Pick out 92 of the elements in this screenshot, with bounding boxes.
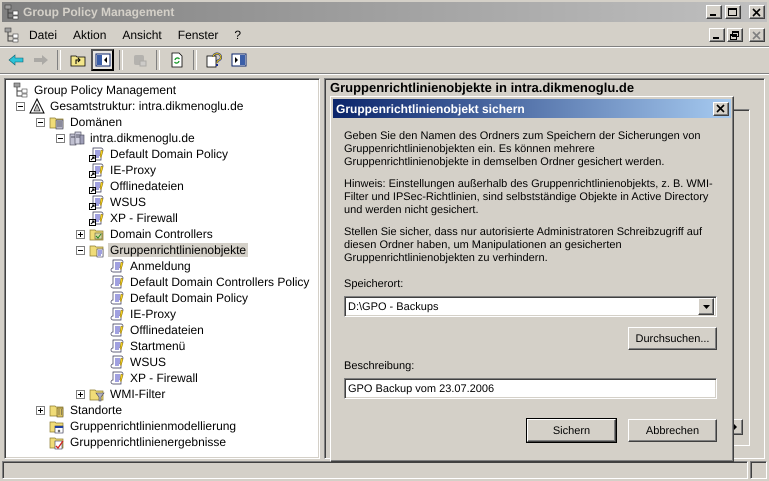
instruction-text: Hinweis: Einstellungen außerhalb des Gruppenrichtlinienobjekts, z. B. WMI-Filter und IPSec-Richtlinien, sind selbstständige Objekte in Active Directory und werden nicht gesichert. bbox=[344, 178, 714, 217]
instruction-text: Geben Sie den Namen des Ordners zum Speichern der Sicherungen von Gruppenrichtlinienobjekten ein. Es können mehrere Gruppenrichtlinienobjekte in demselben Ordner gesichert werden. bbox=[344, 130, 702, 169]
tree-item[interactable]: Offlinedateien bbox=[128, 323, 206, 337]
scroll-shortcut-icon bbox=[89, 194, 105, 210]
tree-toggle[interactable] bbox=[76, 246, 84, 254]
tree-item[interactable]: Default Domain Policy bbox=[108, 147, 230, 161]
hierarchy-icon bbox=[4, 4, 20, 20]
tree-item[interactable]: WMI-Filter bbox=[108, 387, 168, 401]
close-button[interactable] bbox=[713, 102, 729, 116]
menu-item[interactable]: Fenster bbox=[170, 26, 226, 44]
menu-item[interactable]: Ansicht bbox=[115, 26, 169, 44]
triangle-icon bbox=[29, 98, 45, 114]
tree-item[interactable]: WSUS bbox=[128, 355, 168, 369]
tree-item[interactable]: IE-Proxy bbox=[108, 163, 158, 177]
scroll-icon bbox=[109, 354, 125, 370]
minimize-icon bbox=[710, 14, 716, 16]
description-field[interactable]: GPO Backup vom 23.07.2006 bbox=[344, 378, 717, 399]
hierarchy-icon bbox=[13, 82, 29, 98]
tree-toggle[interactable] bbox=[16, 102, 24, 110]
scroll-icon bbox=[109, 258, 125, 274]
minimize-button[interactable] bbox=[706, 5, 722, 19]
tree-toggle[interactable] bbox=[56, 134, 64, 142]
tree-item[interactable]: Offlinedateien bbox=[108, 179, 186, 193]
tree-item[interactable]: Default Domain Policy bbox=[128, 291, 250, 305]
minimize-button[interactable] bbox=[709, 28, 725, 42]
menu-item[interactable]: ? bbox=[227, 26, 248, 44]
menu-item[interactable]: Datei bbox=[22, 26, 64, 44]
scroll-icon bbox=[109, 338, 125, 354]
restore-icon bbox=[730, 30, 740, 40]
tree-item[interactable]: Anmeldung bbox=[128, 259, 193, 273]
tree-item[interactable]: intra.dikmenoglu.de bbox=[88, 131, 197, 145]
close-icon bbox=[752, 30, 762, 40]
menu-item[interactable]: Aktion bbox=[66, 26, 114, 44]
hierarchy-icon bbox=[4, 27, 20, 43]
down-arrow-icon bbox=[702, 304, 710, 308]
scroll-icon bbox=[109, 370, 125, 386]
tree-item[interactable]: IE-Proxy bbox=[128, 307, 178, 321]
tree-item[interactable]: Domain Controllers bbox=[108, 227, 215, 241]
plus-icon bbox=[76, 390, 84, 398]
dialog-title: Gruppenrichtlinienobjekt sichern bbox=[336, 102, 526, 116]
tree-item[interactable]: Gesamtstruktur: intra.dikmenoglu.de bbox=[48, 99, 246, 113]
refresh-icon bbox=[168, 52, 184, 68]
scroll-shortcut-icon bbox=[89, 146, 105, 162]
plus-icon bbox=[36, 406, 44, 414]
scroll-icon bbox=[109, 274, 125, 290]
tree-item[interactable]: Gruppenrichtlinienmodellierung bbox=[68, 419, 238, 433]
status-pane bbox=[750, 461, 767, 479]
tree-toggle[interactable] bbox=[76, 390, 84, 398]
tree-item[interactable]: Gruppenrichtlinienergebnisse bbox=[68, 435, 228, 449]
browse-button[interactable]: Durchsuchen... bbox=[628, 327, 717, 350]
toolbar-button[interactable] bbox=[91, 49, 114, 71]
restore-button[interactable] bbox=[727, 28, 743, 42]
tree-item[interactable]: Group Policy Management bbox=[32, 83, 178, 97]
details-title: Gruppenrichtlinienobjekte in intra.dikmenoglu.de bbox=[329, 81, 636, 97]
tree-pane-icon bbox=[94, 52, 110, 68]
close-icon bbox=[716, 104, 726, 113]
tree-item[interactable]: XP - Firewall bbox=[128, 371, 200, 385]
dropdown-button[interactable] bbox=[698, 298, 714, 315]
window-title: Group Policy Management bbox=[23, 5, 176, 19]
tree-toggle[interactable] bbox=[36, 406, 44, 414]
maximize-icon bbox=[728, 8, 738, 16]
minimize-icon bbox=[713, 37, 719, 39]
instruction-text: Stellen Sie sicher, dass nur autorisierte Administratoren Schreibzugriff auf diesen Ordner haben, um Manipulationen an gesicherten Gruppenrichtlinienobjekten zu verhindern. bbox=[344, 226, 704, 265]
dialog-button[interactable]: Abbrechen bbox=[628, 419, 717, 442]
scroll-shortcut-icon bbox=[89, 162, 105, 178]
close-icon bbox=[752, 8, 762, 16]
tree-item[interactable]: WSUS bbox=[108, 195, 148, 209]
back-arrow-icon bbox=[8, 52, 24, 68]
tree-item[interactable]: Default Domain Controllers Policy bbox=[128, 275, 312, 289]
scroll-shortcut-icon bbox=[89, 210, 105, 226]
tree-toggle[interactable] bbox=[36, 118, 44, 126]
tree-item[interactable]: Startmenü bbox=[128, 339, 188, 353]
scroll-icon bbox=[109, 322, 125, 338]
plus-icon bbox=[76, 230, 84, 238]
forward-arrow-icon bbox=[32, 52, 48, 68]
scroll-icon bbox=[109, 290, 125, 306]
field-label: Beschreibung: bbox=[344, 360, 416, 372]
dialog-button[interactable]: Sichern bbox=[527, 419, 616, 442]
scroll-shortcut-icon bbox=[89, 178, 105, 194]
help-icon bbox=[206, 52, 222, 68]
tree-toggle[interactable] bbox=[76, 230, 84, 238]
scroll-icon bbox=[109, 306, 125, 322]
location-dropdown[interactable]: D:\GPO - Backups bbox=[344, 296, 717, 317]
tree-item[interactable]: XP - Firewall bbox=[108, 211, 180, 225]
field-label: Speicherort: bbox=[344, 278, 404, 290]
console-pane-icon bbox=[230, 52, 246, 68]
maximize-button[interactable] bbox=[725, 5, 741, 19]
tree-item[interactable]: Gruppenrichtlinienobjekte bbox=[108, 243, 248, 257]
servers-icon bbox=[69, 130, 85, 146]
tree-item[interactable]: Standorte bbox=[68, 403, 124, 417]
close-button[interactable] bbox=[749, 5, 765, 19]
tree-item[interactable]: Domänen bbox=[68, 115, 124, 129]
